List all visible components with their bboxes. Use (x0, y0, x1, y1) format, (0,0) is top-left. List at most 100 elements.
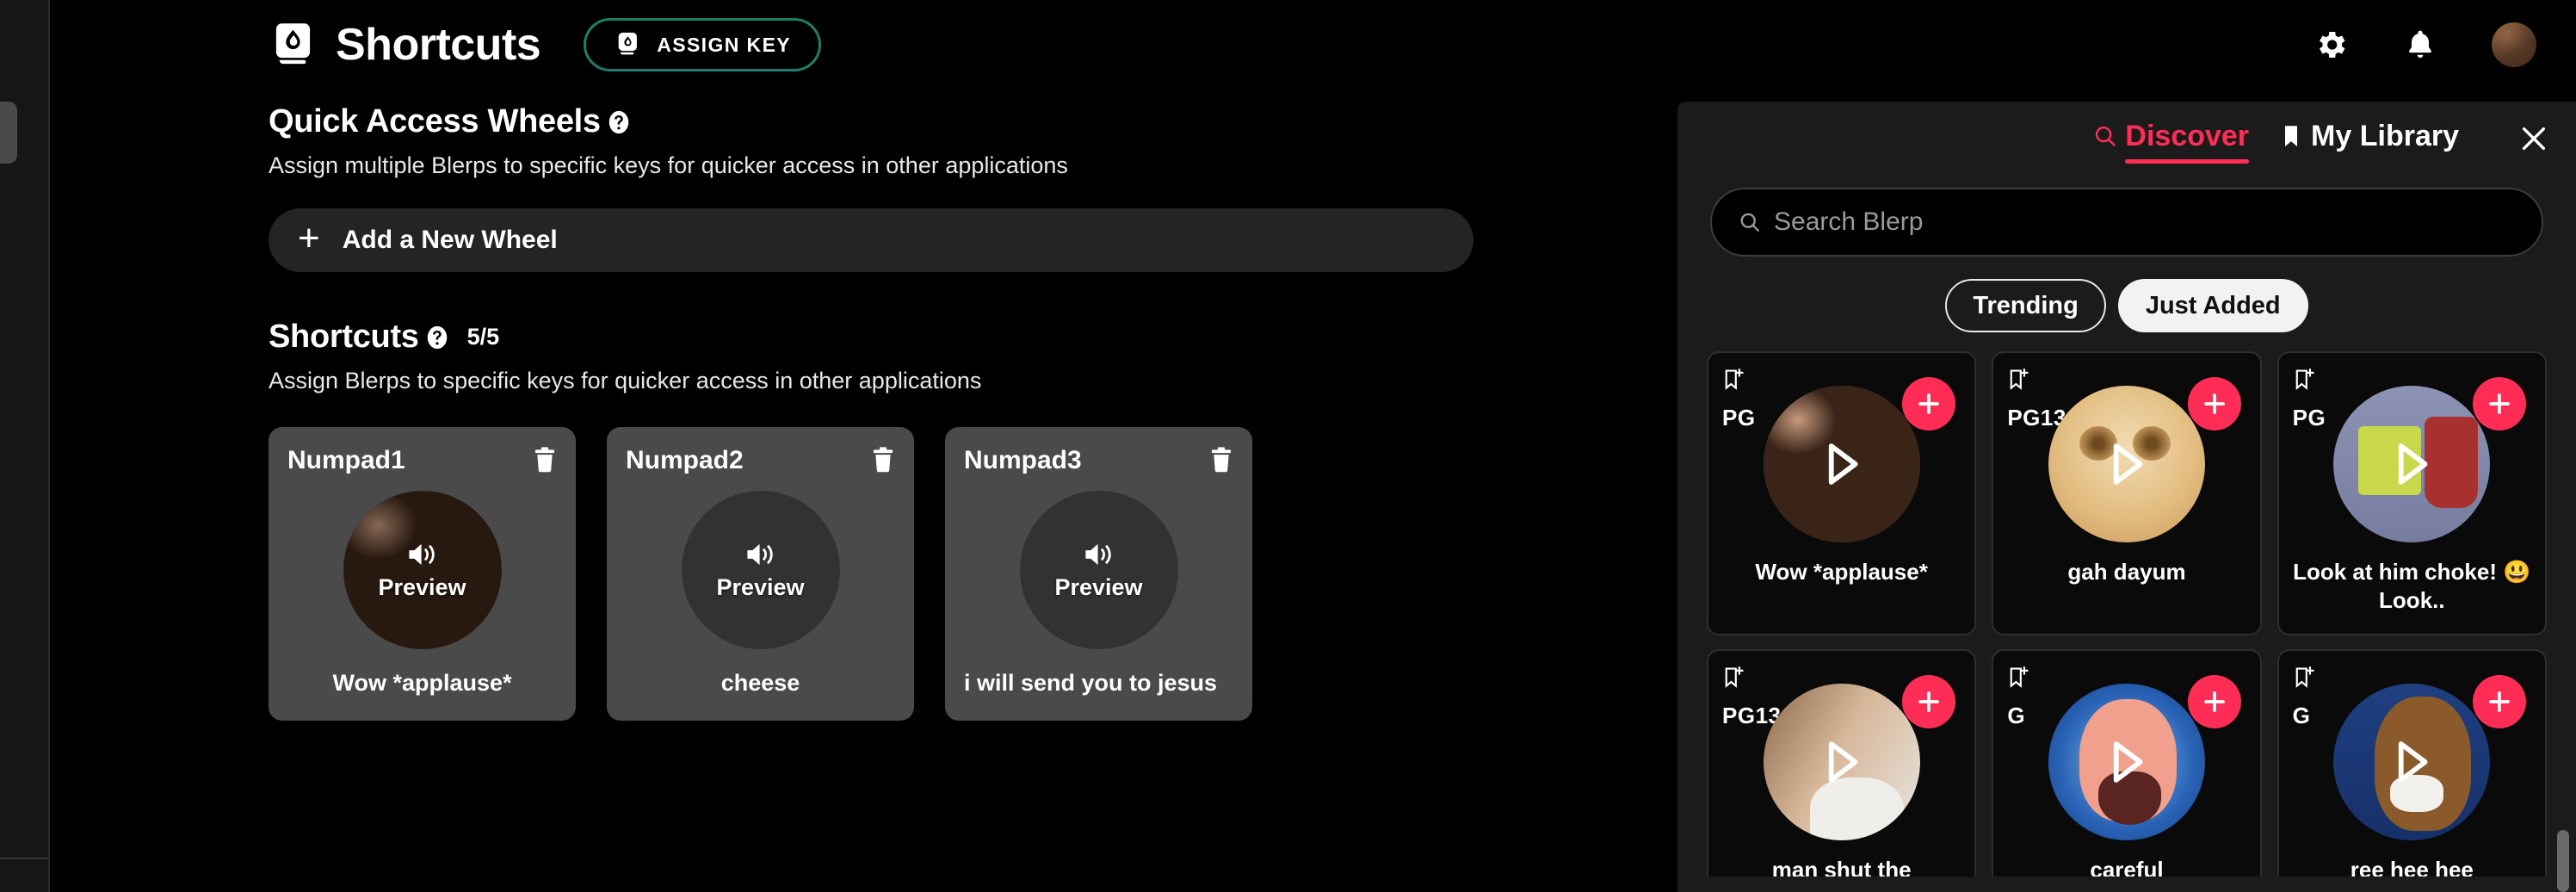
blerp-thumbnail[interactable] (2333, 386, 2491, 542)
speaker-icon (408, 543, 435, 565)
blerp-title: Look at him choke! 😃 Look.. (2293, 559, 2531, 613)
bookmark-add-icon[interactable] (2293, 665, 2315, 691)
gear-icon[interactable] (2313, 27, 2349, 63)
preview-label: Preview (1054, 573, 1143, 600)
blerp-thumbnail[interactable] (2333, 684, 2491, 840)
tab-my-library-label: My Library (2311, 119, 2459, 152)
discover-scrollbar[interactable] (2557, 231, 2569, 892)
play-icon (2113, 741, 2143, 783)
brand: Shortcuts (269, 19, 541, 71)
rating-badge: PG (2292, 405, 2326, 431)
play-icon (2399, 443, 2428, 485)
blerp-title: Wow *applause* (1755, 559, 1928, 585)
discover-tabs: Discover My Library (1677, 102, 2576, 176)
left-rail (0, 0, 50, 892)
trash-icon[interactable] (871, 446, 895, 474)
filter-pill-trending[interactable]: Trending (1945, 279, 2106, 332)
tab-discover-label: Discover (2125, 119, 2250, 152)
tab-discover[interactable]: Discover (2092, 119, 2250, 164)
assign-key-button[interactable]: ASSIGN KEY (584, 18, 822, 71)
rail-divider (0, 858, 48, 859)
shortcut-card-header: Numpad3 (964, 446, 1233, 475)
discover-filter-pills: Trending Just Added (1677, 279, 2576, 332)
discover-grid-scroll[interactable]: PG Wow *applause* PG13 gah dayum PG Look… (1677, 351, 2576, 877)
shortcut-card-header: Numpad2 (626, 446, 895, 475)
search-input[interactable] (1774, 208, 2516, 237)
shortcut-blerp-name: Wow *applause* (332, 670, 512, 696)
blerp-card[interactable]: PG Look at him choke! 😃 Look.. (2276, 351, 2547, 635)
preview-overlay[interactable]: Preview (343, 491, 502, 649)
shortcut-key-label: Numpad2 (626, 446, 744, 474)
add-blerp-button[interactable] (1902, 377, 1956, 431)
shortcut-card[interactable]: Numpad1 Preview Wow *applause* (269, 427, 576, 721)
play-icon (1828, 741, 1858, 783)
bookmark-add-icon[interactable] (1722, 367, 1745, 393)
blerp-thumbnail[interactable] (1763, 684, 1920, 840)
add-blerp-button[interactable] (2187, 675, 2241, 728)
avatar[interactable] (2492, 22, 2536, 67)
trash-icon[interactable] (1209, 446, 1233, 474)
blerp-flame-logo-icon (275, 23, 311, 65)
main-column: Shortcuts ASSIGN KEY Quick Access Wheels… (50, 0, 2576, 892)
filter-pill-just-added[interactable]: Just Added (2117, 279, 2308, 332)
shortcut-thumbnail[interactable]: Preview (681, 491, 840, 649)
app-root: Shortcuts ASSIGN KEY Quick Access Wheels… (0, 0, 2576, 892)
add-blerp-button[interactable] (2187, 377, 2241, 431)
search-icon (2096, 126, 2116, 146)
shortcut-card[interactable]: Numpad3 Preview i will send you to jesus (945, 427, 1252, 721)
bookmark-add-icon[interactable] (2293, 367, 2315, 393)
shortcut-card[interactable]: Numpad2 Preview cheese (607, 427, 914, 721)
bookmark-add-icon[interactable] (1722, 665, 1745, 691)
shortcut-thumbnail[interactable]: Preview (343, 491, 502, 649)
plus-icon: + (298, 217, 320, 259)
shortcut-key-label: Numpad3 (964, 446, 1082, 474)
blerp-card[interactable]: PG13 gah dayum (1992, 351, 2262, 635)
blerp-card[interactable]: PG13 man shut the (1707, 649, 1977, 877)
add-blerp-button[interactable] (2473, 675, 2526, 728)
scrollbar-thumb[interactable] (2557, 830, 2569, 892)
question-mark-icon[interactable] (424, 325, 450, 350)
speaker-icon (746, 543, 773, 565)
play-icon (2399, 741, 2428, 783)
blerp-flame-logo-icon (618, 32, 638, 55)
bookmark-add-icon[interactable] (2007, 367, 2029, 393)
page-title: Shortcuts (336, 20, 541, 70)
plus-icon (2489, 393, 2510, 414)
discover-grid: PG Wow *applause* PG13 gah dayum PG Look… (1707, 351, 2547, 877)
shortcuts-count: 5/5 (466, 324, 500, 350)
shortcut-thumbnail[interactable]: Preview (1019, 491, 1178, 649)
shortcuts-title: Shortcuts (269, 319, 419, 355)
close-icon[interactable] (2519, 124, 2548, 153)
blerp-title: ree hee hee (2350, 857, 2474, 877)
shortcut-key-label: Numpad1 (287, 446, 405, 474)
blerp-card[interactable]: G ree hee hee (2276, 649, 2547, 877)
blerp-thumbnail[interactable] (1763, 386, 1920, 542)
rail-tab-handle[interactable] (0, 102, 17, 164)
discover-search-wrap (1677, 176, 2576, 257)
bookmark-add-icon[interactable] (2007, 665, 2029, 691)
plus-icon (1918, 393, 1940, 414)
speaker-icon (1084, 543, 1111, 565)
blerp-thumbnail[interactable] (2048, 684, 2205, 840)
question-mark-icon[interactable] (606, 109, 632, 135)
top-bar: Shortcuts ASSIGN KEY (50, 0, 2576, 90)
blerp-card[interactable]: PG Wow *applause* (1707, 351, 1977, 635)
search-bar[interactable] (1710, 188, 2543, 257)
blerp-card[interactable]: G careful (1992, 649, 2262, 877)
blerp-thumbnail[interactable] (2048, 386, 2205, 542)
preview-overlay[interactable]: Preview (1019, 491, 1178, 649)
add-blerp-button[interactable] (1902, 675, 1956, 728)
tab-my-library[interactable]: My Library (2278, 120, 2459, 158)
rating-badge: PG (1722, 405, 1756, 431)
filter-pill-just-added-label: Just Added (2145, 291, 2281, 319)
trash-icon[interactable] (533, 446, 557, 474)
preview-overlay[interactable]: Preview (681, 491, 840, 649)
blerp-title: gah dayum (2067, 559, 2186, 585)
play-icon (2113, 443, 2143, 485)
bell-icon[interactable] (2402, 27, 2438, 63)
assign-key-label: ASSIGN KEY (657, 33, 792, 56)
add-new-wheel-button[interactable]: + Add a New Wheel (269, 208, 1473, 272)
quick-access-title: Quick Access Wheels (269, 103, 601, 139)
add-blerp-button[interactable] (2473, 377, 2526, 431)
top-bar-actions (2313, 0, 2536, 90)
